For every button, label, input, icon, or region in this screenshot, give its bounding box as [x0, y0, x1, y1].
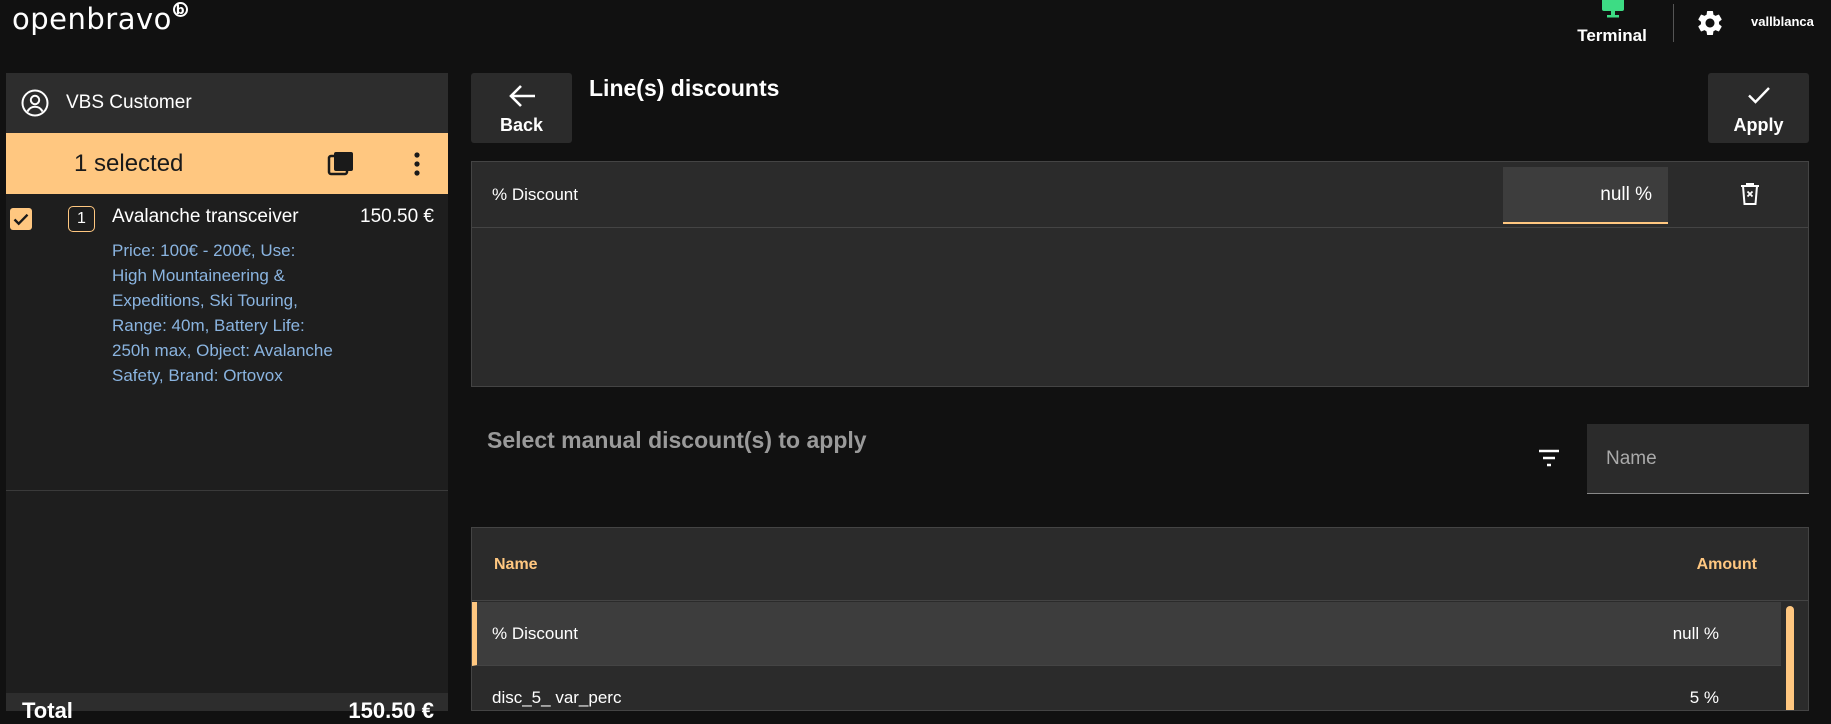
- total-value: 150.50 €: [348, 698, 434, 723]
- username[interactable]: vallblanca: [1751, 14, 1814, 29]
- applied-discount-row: % Discount: [472, 162, 1808, 228]
- terminal-button[interactable]: Terminal: [1570, 0, 1654, 48]
- customer-selector[interactable]: VBS Customer: [6, 73, 448, 133]
- customer-name: VBS Customer: [66, 92, 192, 113]
- row-amount: 5 %: [1689, 688, 1719, 707]
- terminal-label: Terminal: [1577, 26, 1647, 45]
- ticket-line[interactable]: 1 Avalanche transceiver 150.50 € Price: …: [6, 194, 448, 491]
- section-title: Select manual discount(s) to apply: [487, 427, 867, 453]
- row-name: disc_5_ var_perc: [492, 688, 622, 707]
- line-description: Price: 100€ - 200€, Use: High Mountainee…: [112, 241, 333, 385]
- apply-label: Apply: [1733, 115, 1784, 135]
- line-quantity: 1: [68, 206, 95, 232]
- back-label: Back: [499, 115, 544, 135]
- selection-bar: 1 selected: [6, 133, 448, 194]
- logo-mark: b: [172, 2, 188, 17]
- total-label: Total: [22, 698, 73, 723]
- openbravo-logo: openbravo b: [12, 2, 188, 36]
- user-circle-icon: [21, 89, 49, 117]
- filter-icon[interactable]: [1536, 447, 1562, 469]
- table-row[interactable]: disc_5_ var_perc 5 %: [472, 666, 1781, 710]
- monitor-icon: [1602, 0, 1624, 18]
- table-row[interactable]: % Discount null %: [472, 602, 1781, 666]
- line-checkbox[interactable]: [10, 208, 32, 230]
- check-icon: [13, 213, 29, 226]
- applied-discounts-panel: % Discount: [471, 161, 1809, 387]
- name-filter-input[interactable]: [1587, 424, 1809, 494]
- copy-icon[interactable]: [327, 150, 355, 178]
- applied-discount-name: % Discount: [492, 185, 578, 204]
- header-divider: [1673, 4, 1674, 42]
- back-button[interactable]: Back: [471, 73, 572, 143]
- table-header: Name Amount: [472, 528, 1808, 601]
- selection-count: 1 selected: [74, 149, 184, 177]
- discounts-table: Name Amount % Discount null % disc_5_ va…: [471, 527, 1809, 711]
- page-title: Line(s) discounts: [589, 75, 780, 101]
- logo-text: openbravo: [12, 2, 172, 36]
- row-amount: null %: [1672, 624, 1719, 643]
- check-icon: [1748, 87, 1770, 104]
- row-name: % Discount: [492, 624, 578, 643]
- line-product-name: Avalanche transceiver: [112, 206, 299, 227]
- total-bar: Total 150.50 €: [6, 693, 448, 723]
- more-vertical-icon[interactable]: [405, 150, 429, 178]
- column-header-amount[interactable]: Amount: [1697, 556, 1757, 574]
- arrow-left-icon: [509, 85, 535, 107]
- discount-value-input[interactable]: [1503, 167, 1668, 224]
- ticket-panel: VBS Customer 1 selected 1 Avalanche tran…: [6, 73, 448, 723]
- line-price: 150.50 €: [360, 206, 434, 227]
- gear-icon[interactable]: [1695, 8, 1725, 38]
- delete-icon[interactable]: [1738, 181, 1762, 207]
- table-scrollbar[interactable]: [1786, 606, 1794, 710]
- column-header-name[interactable]: Name: [494, 556, 538, 574]
- apply-button[interactable]: Apply: [1708, 73, 1809, 143]
